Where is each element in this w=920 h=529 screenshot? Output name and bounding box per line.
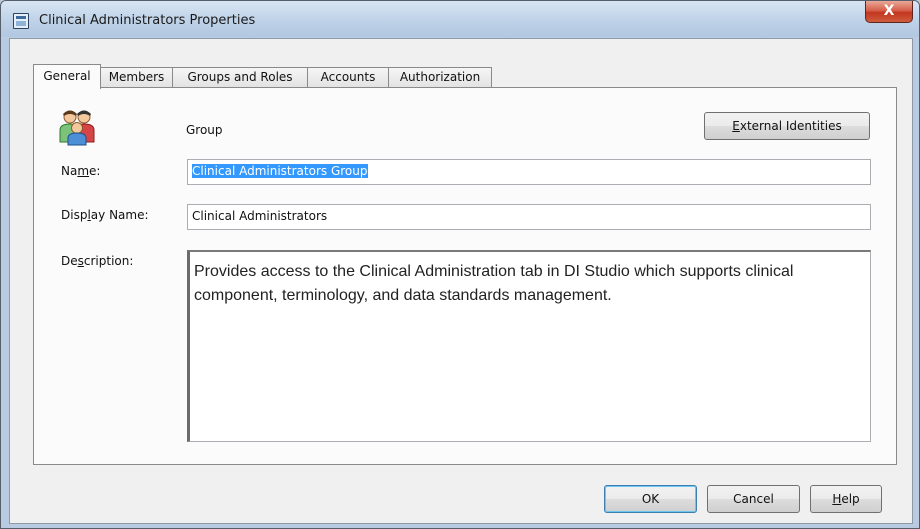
ok-button[interactable]: OK (604, 485, 697, 513)
window-title: Clinical Administrators Properties (39, 13, 256, 28)
title-bar[interactable]: Clinical Administrators Properties X (1, 1, 919, 37)
external-identities-button[interactable]: External Identities (704, 112, 870, 140)
tab-general[interactable]: General (33, 64, 101, 89)
general-tab-panel: Group External Identities Name: Clinical… (33, 87, 897, 465)
description-textarea[interactable]: Provides access to the Clinical Administ… (187, 250, 871, 442)
tab-groups-and-roles[interactable]: Groups and Roles (172, 67, 308, 88)
tab-members[interactable]: Members (100, 67, 173, 88)
cancel-button[interactable]: Cancel (707, 485, 800, 513)
group-icon (59, 110, 95, 146)
dialog-client-area: General Members Groups and Roles Account… (9, 38, 913, 524)
name-field[interactable]: Clinical Administrators Group (187, 159, 871, 185)
object-type-label: Group (186, 123, 223, 137)
app-icon (13, 13, 29, 29)
display-name-field[interactable]: Clinical Administrators (187, 204, 871, 230)
properties-window: Clinical Administrators Properties X Gen… (0, 0, 920, 529)
close-button[interactable]: X (865, 1, 913, 23)
description-label: Description: (61, 254, 134, 268)
display-name-label: Display Name: (61, 208, 149, 222)
tab-authorization[interactable]: Authorization (388, 67, 492, 88)
name-value: Clinical Administrators Group (192, 164, 368, 178)
help-button[interactable]: Help (810, 485, 882, 513)
tab-accounts[interactable]: Accounts (307, 67, 389, 88)
name-label: Name: (61, 164, 101, 178)
